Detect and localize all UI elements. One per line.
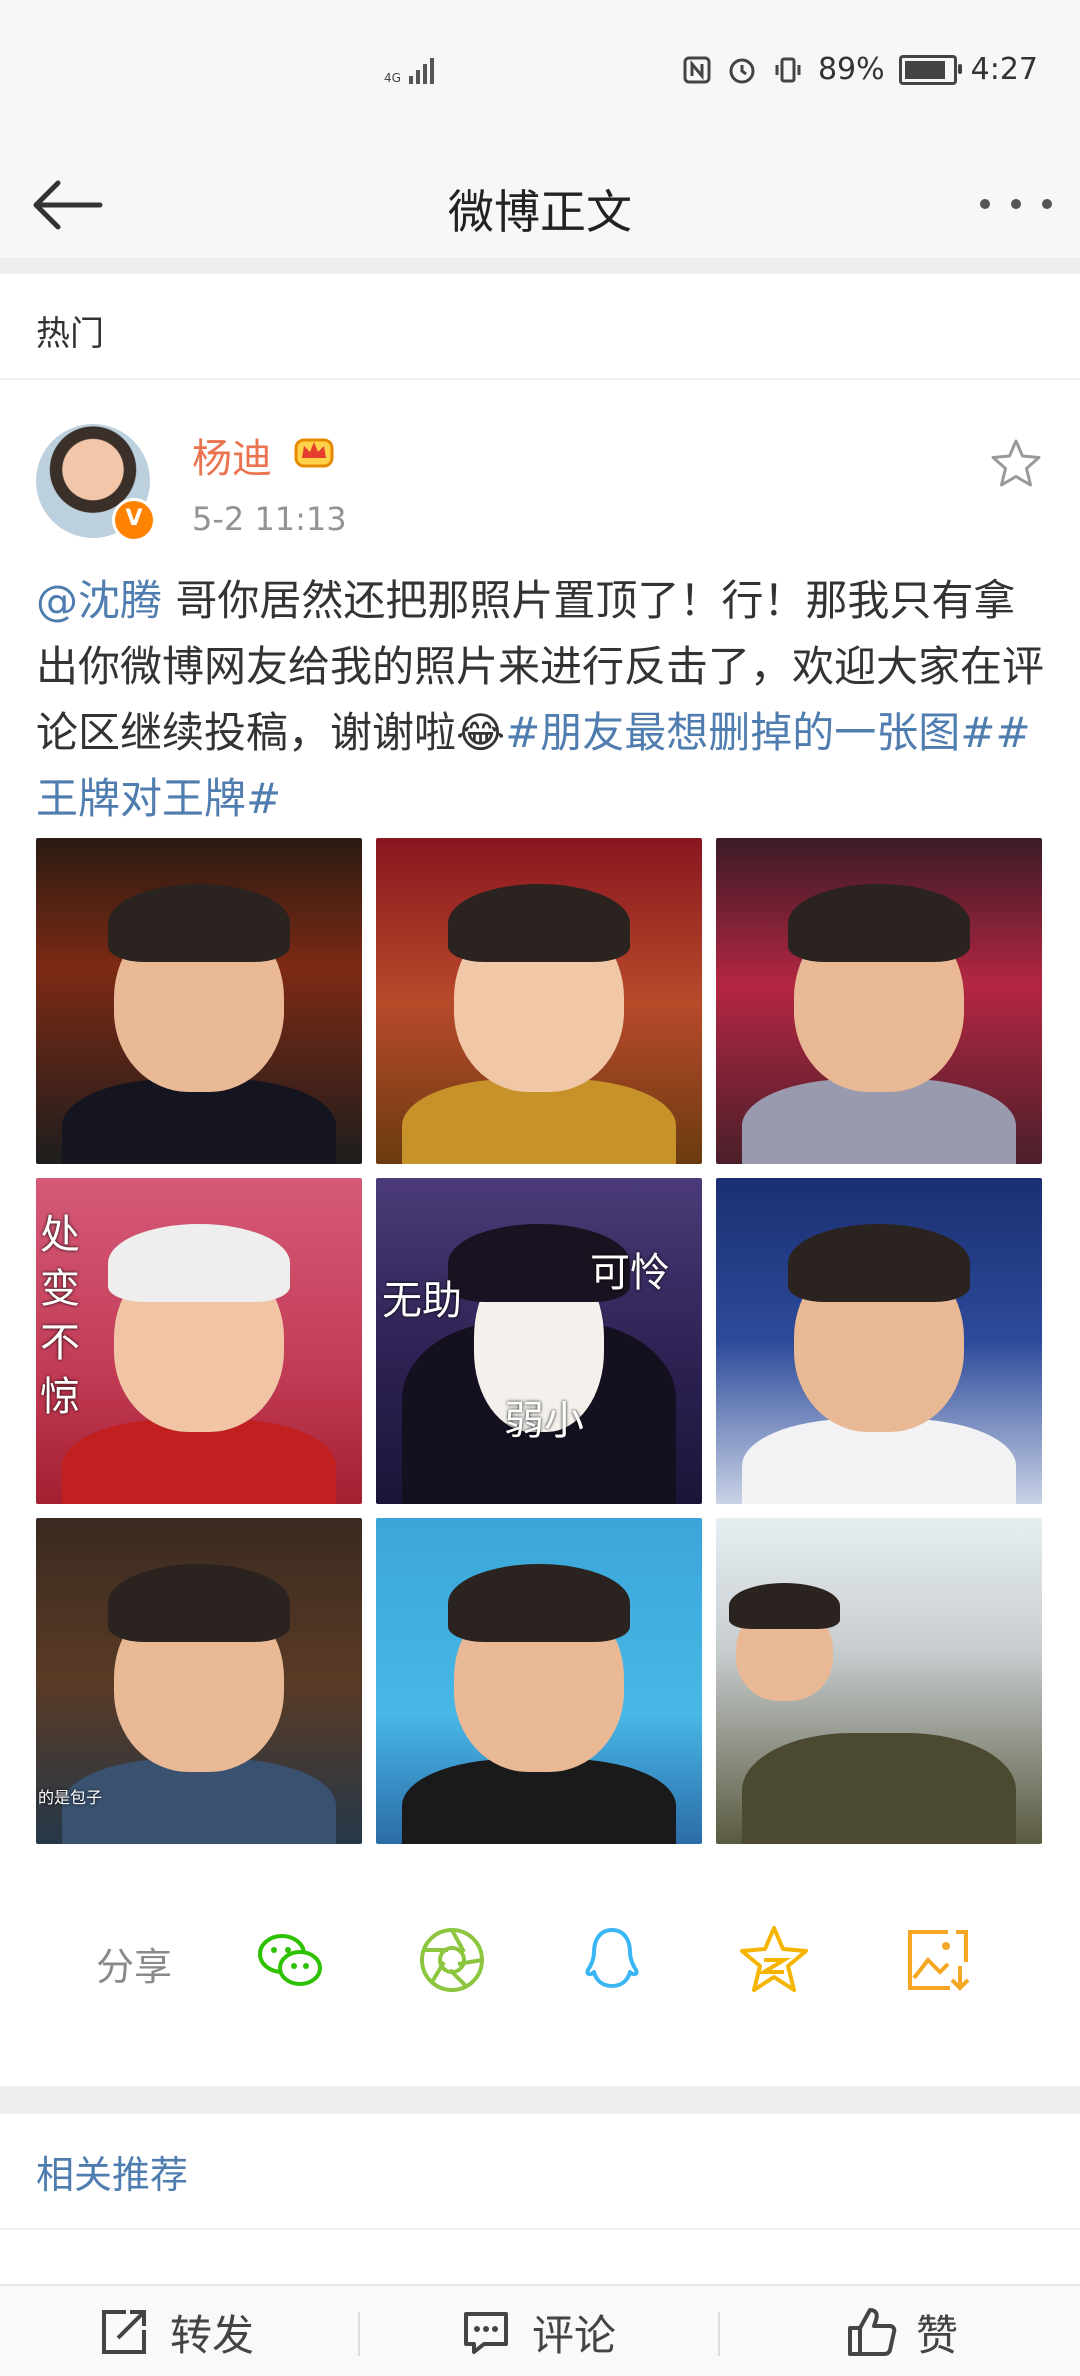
nfc-icon <box>683 56 711 83</box>
image-figure <box>787 1223 971 1302</box>
related-recommendations-link[interactable]: 相关推荐 <box>36 2144 188 2199</box>
more-dot-icon <box>1042 199 1052 209</box>
qzone-icon <box>740 1926 808 1992</box>
repost-button[interactable]: 转发 <box>96 2286 254 2376</box>
section-divider <box>0 2086 1080 2114</box>
wechat-icon <box>258 1934 322 1986</box>
share-label: 分享 <box>96 1945 173 1989</box>
image-figure <box>107 1563 291 1642</box>
weibo-post-screen: 4G 89% 4:27 微博正文 热门 V 杨迪 5-2 11:13 @沈腾 哥… <box>0 0 1080 2376</box>
crown-icon <box>294 438 334 468</box>
image-figure <box>107 1223 291 1302</box>
comment-button[interactable]: 评论 <box>458 2286 616 2376</box>
post-time: 5-2 11:13 <box>192 500 347 538</box>
hashtag-link[interactable]: #朋友最想删掉的一张图# <box>505 708 995 757</box>
like-button[interactable]: 赞 <box>842 2286 958 2376</box>
save-image-button[interactable] <box>900 1922 976 1998</box>
share-wechat-button[interactable] <box>252 1922 328 1998</box>
overlay-caption: 不 <box>40 1320 80 1366</box>
comment-label: 评论 <box>532 2310 617 2360</box>
overlay-caption: 变 <box>40 1266 80 1312</box>
signal-icon <box>408 58 434 84</box>
post-text: @沈腾 哥你居然还把那照片置顶了！行！那我只有拿出你微博网友给我的照片来进行反击… <box>36 568 1044 832</box>
post-image[interactable] <box>716 1518 1042 1844</box>
post-image[interactable] <box>376 838 702 1164</box>
battery-percent: 89% <box>817 52 885 87</box>
network-type: 4G <box>384 71 401 85</box>
overlay-caption: 惊 <box>40 1374 80 1420</box>
image-figure <box>742 1733 1016 1844</box>
overlay-caption: 可怜 <box>590 1250 670 1296</box>
verified-badge: V <box>112 498 156 542</box>
hot-section-header: 热门 <box>0 274 1080 380</box>
signal-indicator: 4G <box>384 58 434 84</box>
more-dot-icon <box>1011 199 1021 209</box>
overlay-caption: 弱小 <box>504 1398 584 1444</box>
overlay-caption: 处 <box>40 1212 80 1258</box>
repost-label: 转发 <box>170 2310 255 2360</box>
laugh-emoji: 😂 <box>456 708 506 757</box>
section-divider <box>0 258 1080 274</box>
image-figure <box>787 883 971 962</box>
overlay-caption: 的是包子 <box>38 1788 103 1807</box>
author-name[interactable]: 杨迪 <box>192 426 272 484</box>
image-figure <box>107 883 291 962</box>
comment-icon <box>464 2312 508 2354</box>
overlay-caption: 无助 <box>382 1278 462 1324</box>
image-figure <box>447 883 631 962</box>
post-image[interactable]: 的是包子 <box>36 1518 362 1844</box>
mention-link[interactable]: @沈腾 <box>36 576 162 625</box>
avatar[interactable]: V <box>36 424 156 542</box>
star-icon <box>991 439 1041 487</box>
more-dot-icon <box>980 199 990 209</box>
repost-icon <box>102 2310 146 2354</box>
post-image[interactable]: 处 变 不 惊 <box>36 1178 362 1504</box>
image-figure <box>447 1563 631 1642</box>
share-moments-button[interactable] <box>414 1922 490 1998</box>
action-separator <box>358 2312 360 2356</box>
image-figure <box>729 1583 840 1629</box>
post-image[interactable] <box>716 1178 1042 1504</box>
post-image[interactable]: 无助 可怜 弱小 <box>376 1178 702 1504</box>
like-label: 赞 <box>916 2310 959 2360</box>
moments-icon <box>420 1928 484 1992</box>
more-options-button[interactable] <box>980 186 1052 222</box>
share-qzone-button[interactable] <box>736 1922 812 1998</box>
status-right: 89% 4:27 <box>682 52 1038 87</box>
share-row: 分享 <box>0 1918 1080 2002</box>
page-title: 微博正文 <box>448 185 632 239</box>
action-bar: 转发 评论 赞 <box>0 2284 1080 2376</box>
hot-label: 热门 <box>36 314 104 354</box>
post-image[interactable] <box>716 838 1042 1164</box>
action-separator <box>718 2312 720 2356</box>
status-bar: 4G 89% 4:27 <box>0 0 1080 150</box>
image-grid: 处 变 不 惊 无助 可怜 弱小 的是包子 <box>36 838 1044 1846</box>
title-bar: 微博正文 <box>0 150 1080 258</box>
vibrate-icon <box>775 57 801 82</box>
divider <box>0 2228 1080 2230</box>
qq-icon <box>585 1928 639 1988</box>
post-image[interactable] <box>376 1518 702 1844</box>
thumbs-up-icon <box>848 2308 897 2356</box>
share-qq-button[interactable] <box>574 1922 650 1998</box>
clock: 4:27 <box>970 52 1038 87</box>
post-image[interactable] <box>36 838 362 1164</box>
save-image-icon <box>908 1930 970 1991</box>
favorite-button[interactable] <box>988 436 1044 492</box>
battery-icon <box>898 54 962 85</box>
alarm-icon <box>729 58 755 83</box>
